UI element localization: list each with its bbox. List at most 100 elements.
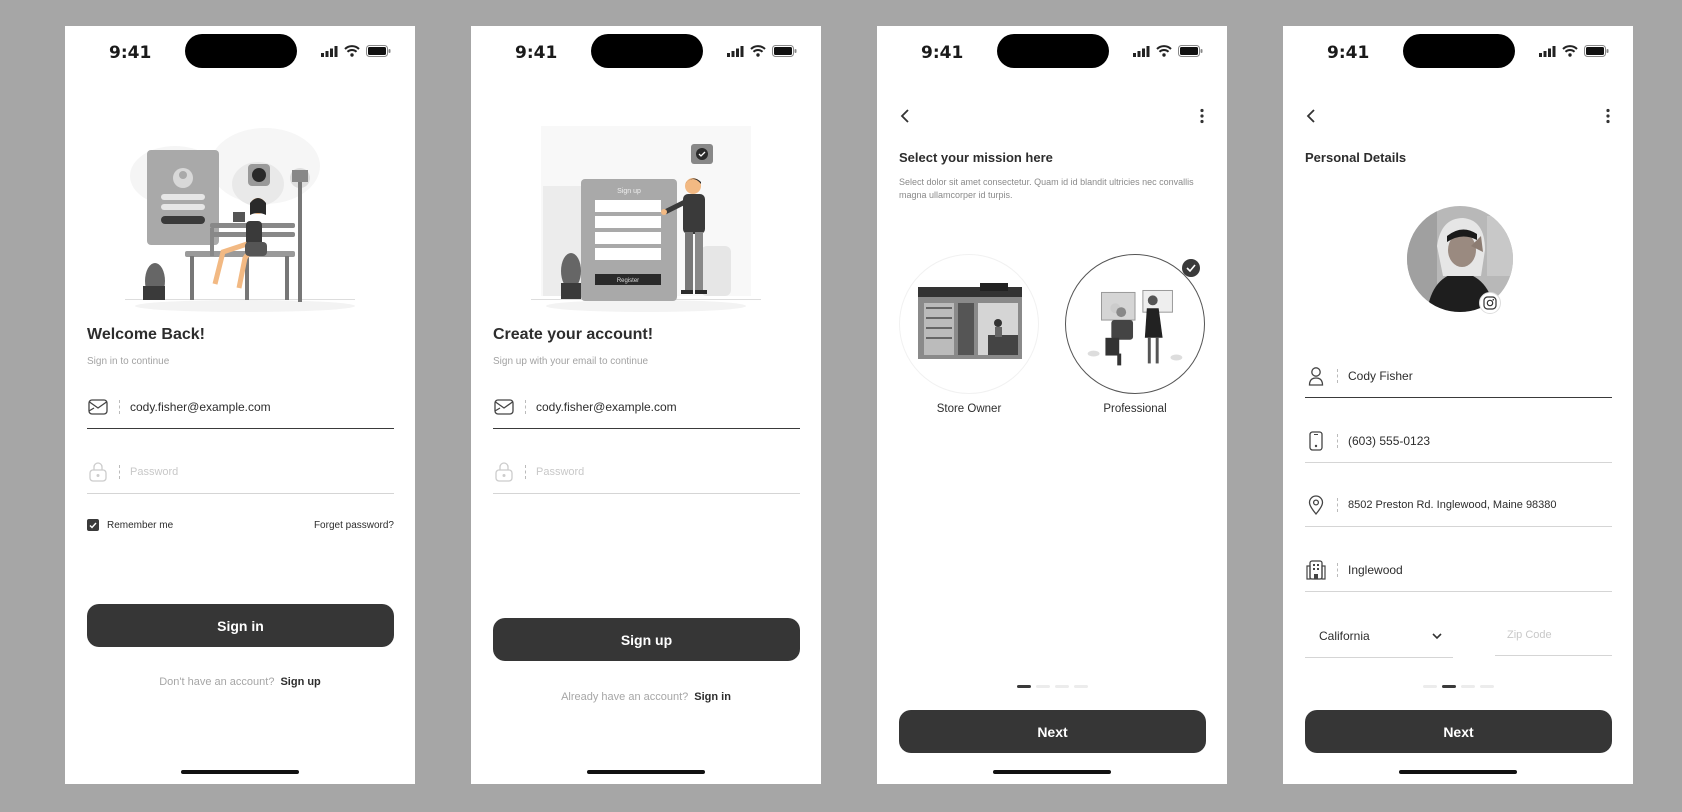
status-icons <box>727 45 797 57</box>
location-pin-icon <box>1305 494 1327 516</box>
page-indicator <box>1283 685 1633 688</box>
page-indicator <box>877 685 1227 688</box>
zip-placeholder: Zip Code <box>1507 628 1552 641</box>
field-separator <box>1337 368 1338 383</box>
state-zip-row: California Zip Code <box>1305 614 1612 658</box>
signal-icon <box>321 45 338 57</box>
phone-value: (603) 555-0123 <box>1348 433 1431 448</box>
field-separator <box>525 399 526 414</box>
signup-screen: 9:41 Sign up Register Create your accoun… <box>471 26 821 784</box>
home-indicator <box>1399 770 1517 774</box>
next-button[interactable]: Next <box>1305 710 1612 753</box>
battery-icon <box>1178 45 1203 57</box>
wifi-icon <box>1562 45 1578 57</box>
field-separator <box>1337 497 1338 512</box>
signin-screen: 9:41 Welcome Back! Sign in to continue c… <box>65 26 415 784</box>
field-separator <box>119 399 120 414</box>
dynamic-island <box>591 34 703 68</box>
signal-icon <box>1539 45 1556 57</box>
phone-field[interactable]: (603) 555-0123 <box>1305 419 1612 463</box>
status-icons <box>1539 45 1609 57</box>
page-title: Create your account! <box>493 326 654 343</box>
more-vertical-icon[interactable] <box>1605 108 1611 124</box>
mail-icon <box>87 396 109 418</box>
name-field[interactable]: Cody Fisher <box>1305 354 1612 398</box>
sign-up-button[interactable]: Sign up <box>493 618 800 661</box>
chevron-left-icon[interactable] <box>1305 108 1317 124</box>
page-dot <box>1073 685 1088 688</box>
password-field[interactable]: Password <box>493 450 800 494</box>
zip-code-input[interactable]: Zip Code <box>1495 614 1612 656</box>
checkbox-checked-icon <box>87 519 99 531</box>
address-field[interactable]: 8502 Preston Rd. Inglewood, Maine 98380 <box>1305 483 1612 527</box>
wifi-icon <box>750 45 766 57</box>
avatar[interactable] <box>1407 206 1513 314</box>
page-subtitle: Sign up with your email to continue <box>493 356 649 367</box>
email-value: cody.fisher@example.com <box>536 399 677 414</box>
address-value: 8502 Preston Rd. Inglewood, Maine 98380 <box>1348 498 1557 511</box>
phone-icon <box>1305 430 1327 452</box>
battery-icon <box>1584 45 1609 57</box>
professional-illustration <box>1065 254 1205 394</box>
page-title: Select your mission here <box>899 150 1053 165</box>
dynamic-island <box>185 34 297 68</box>
field-separator <box>1337 433 1338 448</box>
sign-in-link[interactable]: Sign in <box>694 691 731 703</box>
forgot-password-link[interactable]: Forget password? <box>314 520 394 531</box>
page-title: Welcome Back! <box>87 326 205 343</box>
professional-label: Professional <box>1103 403 1167 415</box>
personal-details-screen: 9:41 Personal Details Cody Fisher (603) … <box>1283 26 1633 784</box>
page-dot <box>1460 685 1475 688</box>
page-title: Personal Details <box>1305 150 1407 165</box>
remember-me-checkbox[interactable]: Remember me <box>87 519 173 531</box>
status-icons <box>1133 45 1203 57</box>
more-vertical-icon[interactable] <box>1199 108 1205 124</box>
home-indicator <box>993 770 1111 774</box>
status-time: 9:41 <box>109 43 152 63</box>
home-indicator <box>587 770 705 774</box>
wifi-icon <box>344 45 360 57</box>
signal-icon <box>1133 45 1150 57</box>
store-owner-label: Store Owner <box>936 403 1002 415</box>
instagram-icon[interactable] <box>1479 292 1501 314</box>
selected-check-icon <box>1182 259 1200 277</box>
password-field[interactable]: Password <box>87 450 394 494</box>
mail-icon <box>493 396 515 418</box>
store-owner-illustration <box>899 254 1039 394</box>
page-dot-active <box>1016 685 1031 688</box>
state-value: California <box>1319 628 1370 643</box>
page-dot <box>1422 685 1437 688</box>
page-subtitle: Sign in to continue <box>87 356 170 367</box>
page-dot <box>1054 685 1069 688</box>
signup-prompt: Don't have an account? Sign up <box>65 676 415 688</box>
chevron-left-icon[interactable] <box>899 108 911 124</box>
mission-option-professional[interactable]: Professional <box>1065 254 1205 415</box>
city-field[interactable]: Inglewood <box>1305 548 1612 592</box>
page-description: Select dolor sit amet consectetur. Quam … <box>899 177 1194 200</box>
building-icon <box>1305 559 1327 581</box>
page-dot <box>1479 685 1494 688</box>
lock-icon <box>87 461 109 483</box>
battery-icon <box>772 45 797 57</box>
status-time: 9:41 <box>515 43 558 63</box>
email-field[interactable]: cody.fisher@example.com <box>493 385 800 429</box>
battery-icon <box>366 45 391 57</box>
sign-up-link[interactable]: Sign up <box>280 676 320 688</box>
email-field[interactable]: cody.fisher@example.com <box>87 385 394 429</box>
city-value: Inglewood <box>1348 562 1403 577</box>
name-value: Cody Fisher <box>1348 368 1413 383</box>
state-select[interactable]: California <box>1305 614 1453 658</box>
signal-icon <box>727 45 744 57</box>
signin-prompt: Already have an account? Sign in <box>471 691 821 703</box>
email-value: cody.fisher@example.com <box>130 399 271 414</box>
dynamic-island <box>997 34 1109 68</box>
mission-option-store-owner[interactable]: Store Owner <box>899 254 1039 415</box>
signup-illustration: Sign up Register <box>531 126 761 312</box>
page-dot-active <box>1441 685 1456 688</box>
field-separator <box>119 464 120 479</box>
wifi-icon <box>1156 45 1172 57</box>
signin-illustration <box>125 128 355 312</box>
sign-in-button[interactable]: Sign in <box>87 604 394 647</box>
page-dot <box>1035 685 1050 688</box>
next-button[interactable]: Next <box>899 710 1206 753</box>
